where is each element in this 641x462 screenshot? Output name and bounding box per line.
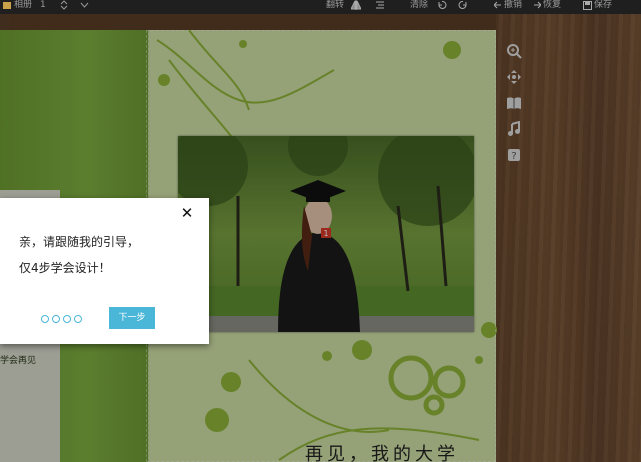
music-tool[interactable]: [503, 116, 525, 142]
clear-button[interactable]: 清除: [410, 0, 428, 10]
mirror-icon: [351, 0, 361, 10]
music-icon: [508, 121, 520, 136]
side-toolbar: ?: [503, 38, 525, 168]
album-label: 相册: [14, 0, 33, 10]
save-label: 保存: [594, 0, 613, 10]
step-dot: [74, 315, 82, 323]
step-dot: [41, 315, 49, 323]
step-dot: [52, 315, 60, 323]
page-indicator: 1: [40, 0, 46, 10]
photo-badge: 1: [323, 229, 328, 238]
rotate-left-button[interactable]: [437, 0, 447, 10]
zoom-icon: [507, 44, 522, 59]
clear-label: 清除: [410, 0, 429, 10]
book-icon: [507, 97, 521, 109]
rotate-right-button[interactable]: [458, 0, 468, 10]
save-button[interactable]: 保存: [583, 0, 612, 10]
top-toolbar: 相册 1 翻转 清除 撤销 恢复 保存: [0, 0, 641, 14]
flip-button[interactable]: 翻转: [326, 0, 344, 10]
redo-button[interactable]: 恢复: [533, 0, 561, 10]
guide-message-line2: 仅4步学会设计！: [19, 261, 111, 275]
redo-label: 恢复: [543, 0, 562, 10]
dropdown-button[interactable]: [80, 0, 89, 10]
move-icon: [507, 70, 521, 84]
align-icon: [376, 1, 384, 9]
guide-message-line1: 亲，请跟随我的引导，: [19, 235, 140, 249]
help-icon: ?: [508, 149, 520, 162]
move-tool[interactable]: [503, 64, 525, 90]
rotate-left-icon: [438, 0, 447, 9]
step-dot: [63, 315, 71, 323]
undo-label: 撤销: [504, 0, 523, 10]
stepper-arrows-icon: [60, 0, 68, 10]
graduation-photo[interactable]: 1: [178, 136, 474, 332]
align-button[interactable]: [375, 0, 385, 10]
page-caption[interactable]: 再见，我的大学: [305, 440, 459, 462]
redo-icon: [534, 1, 541, 9]
page-stepper[interactable]: [60, 0, 68, 10]
left-page-text-b: 学会再见: [0, 356, 37, 366]
help-tool[interactable]: ?: [503, 142, 525, 168]
mirror-button[interactable]: [351, 0, 361, 10]
book-tool[interactable]: [503, 90, 525, 116]
guide-dialog: ✕ 亲，请跟随我的引导， 仅4步学会设计！ 下一步: [0, 198, 209, 344]
album-icon: [3, 1, 11, 9]
album-menu[interactable]: 相册 1: [3, 0, 46, 10]
close-icon[interactable]: ✕: [180, 206, 194, 221]
flip-label: 翻转: [326, 0, 345, 10]
save-icon: [583, 0, 592, 10]
undo-button[interactable]: 撤销: [494, 0, 522, 10]
next-step-button[interactable]: 下一步: [109, 307, 155, 329]
step-indicator: [41, 315, 82, 323]
chevron-down-icon: [80, 2, 89, 8]
svg-text:?: ?: [511, 151, 516, 162]
undo-icon: [494, 1, 501, 9]
zoom-tool[interactable]: [503, 38, 525, 64]
rotate-right-icon: [458, 0, 467, 9]
